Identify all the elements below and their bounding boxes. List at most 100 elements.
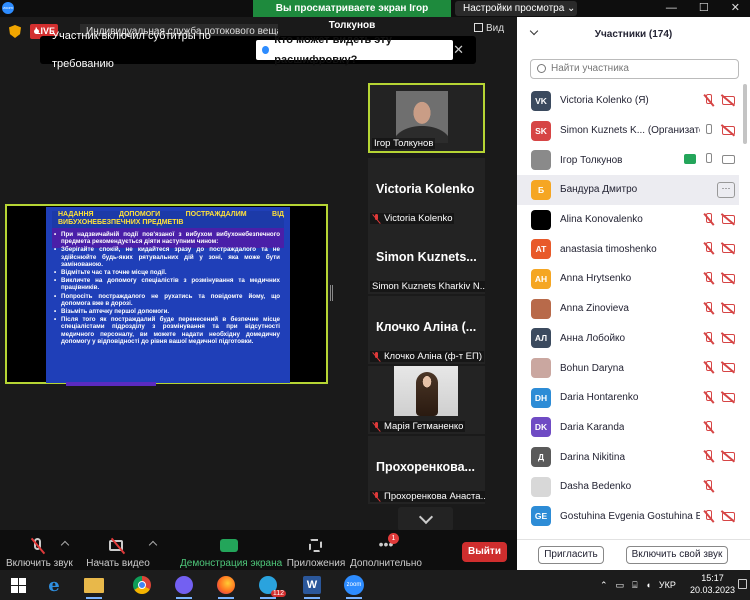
viber-icon[interactable] <box>170 573 198 599</box>
share-screen-button[interactable]: Демонстрация экрана <box>180 530 282 570</box>
notifications-icon[interactable] <box>738 579 747 589</box>
participant-role: (Я) <box>634 95 649 107</box>
mic-icon[interactable] <box>703 123 714 137</box>
monitor-icon[interactable]: ▭ <box>616 580 625 591</box>
video-tile-victoria[interactable]: Victoria Kolenko Victoria Kolenko <box>368 158 485 226</box>
apps-button[interactable]: Приложения <box>286 530 346 570</box>
participant-row[interactable]: DK Daria Karanda <box>517 413 739 443</box>
mic-off-icon[interactable] <box>703 361 714 374</box>
participant-row[interactable]: GE Gostuhina Evgenia Gostuhina Ev... <box>517 502 739 532</box>
chevron-up-icon[interactable]: ⌃ <box>600 580 608 591</box>
mic-off-icon[interactable] <box>703 450 714 463</box>
mic-off-icon[interactable] <box>703 94 714 107</box>
chevron-up-icon[interactable] <box>148 540 158 550</box>
transcript-visibility-link[interactable]: Кто может видеть эту расшифровку? <box>256 34 454 66</box>
security-shield-icon[interactable] <box>9 25 21 38</box>
firefox-icon[interactable] <box>212 573 240 599</box>
leave-button[interactable]: Выйти <box>462 542 507 562</box>
slide-bullet: Викличте на допомогу спеціалістів з розм… <box>54 277 280 291</box>
camera-off-icon[interactable] <box>722 392 735 402</box>
participant-row[interactable]: Alina Konovalenko <box>517 205 739 235</box>
participant-row[interactable]: DH Daria Hontarenko <box>517 383 739 413</box>
mic-off-icon[interactable] <box>703 390 714 404</box>
avatar: Д <box>531 447 551 468</box>
close-icon[interactable]: ✕ <box>453 36 464 64</box>
more-button[interactable]: ••• Дополнительно <box>350 530 422 570</box>
word-icon[interactable]: W <box>298 573 326 599</box>
people-icon <box>262 46 270 54</box>
mic-off-icon[interactable] <box>703 331 714 345</box>
mic-off-icon[interactable] <box>703 420 714 434</box>
unmute-button[interactable]: Включить звук <box>6 530 73 570</box>
close-window-icon[interactable]: ✕ <box>731 0 740 17</box>
participant-row[interactable]: Д Darina Nikitina <box>517 442 739 472</box>
start-video-button[interactable]: Начать видео <box>86 530 150 570</box>
camera-off-icon[interactable] <box>722 303 735 313</box>
camera-off-icon[interactable] <box>722 363 735 373</box>
mic-off-icon[interactable] <box>703 242 714 255</box>
invite-button[interactable]: Пригласить <box>538 546 604 564</box>
camera-off-icon[interactable] <box>722 511 735 521</box>
camera-off-icon[interactable] <box>722 333 735 343</box>
avatar: AH <box>531 268 551 289</box>
camera-off-icon[interactable] <box>722 452 735 462</box>
more-options-button[interactable]: ··· <box>717 182 735 199</box>
tile-label-text: Марія Гетманенко <box>384 421 464 432</box>
panel-title: Участники (174) <box>594 28 673 40</box>
chevron-down-icon[interactable] <box>398 507 453 531</box>
volume-icon[interactable]: ◖ <box>645 580 650 590</box>
language-indicator[interactable]: УКР <box>659 580 676 590</box>
video-tile-maria[interactable]: Марія Гетманенко <box>368 366 485 434</box>
tile-label-text: Клочко Аліна (ф-т ЕП) <box>384 351 483 362</box>
zoom-app-icon[interactable]: zoom <box>340 573 368 599</box>
participant-row[interactable]: Ігор Толкунов <box>517 145 739 175</box>
scrollbar[interactable] <box>743 84 747 144</box>
camera-off-icon[interactable] <box>722 244 735 254</box>
ie-browser-icon[interactable]: e <box>40 573 68 597</box>
camera-off-icon[interactable] <box>722 96 735 105</box>
mic-off-icon[interactable] <box>703 212 714 226</box>
mic-icon[interactable] <box>703 153 714 166</box>
unmute-self-button[interactable]: Включить свой звук <box>626 546 728 564</box>
camera-icon[interactable] <box>722 155 735 165</box>
tile-label: Марія Гетманенко <box>370 421 466 432</box>
network-icon[interactable]: ⌸ <box>632 580 637 591</box>
file-explorer-icon[interactable] <box>80 573 108 599</box>
video-tile-igor[interactable]: Ігор Толкунов <box>368 83 485 153</box>
camera-off-icon[interactable] <box>722 274 735 284</box>
view-button[interactable]: Вид <box>474 23 504 34</box>
mic-off-icon[interactable] <box>703 301 714 315</box>
zoom-logo-icon: zoom <box>2 2 14 14</box>
participant-row[interactable]: Bohun Daryna <box>517 353 739 383</box>
participant-row[interactable]: Anna Zinovieva <box>517 294 739 324</box>
camera-off-icon[interactable] <box>722 214 735 224</box>
participant-row[interactable]: SK Simon Kuznets K... (Организатор) <box>517 116 739 146</box>
participant-row[interactable]: AH Anna Hrytsenko <box>517 264 739 294</box>
mic-off-icon[interactable] <box>703 272 714 285</box>
mic-off-icon[interactable] <box>703 509 714 523</box>
participant-row[interactable]: АЛ Анна Лобойко <box>517 324 739 354</box>
title-bar: zoom Вы просматриваете экран Ігор Толкун… <box>0 0 750 31</box>
participant-row[interactable]: Dasha Bedenko <box>517 472 739 502</box>
maximize-icon[interactable]: ☐ <box>699 0 709 17</box>
video-tile-simon[interactable]: Simon Kuznets... Simon Kuznets Kharkiv N… <box>368 226 485 294</box>
view-options-button[interactable]: Настройки просмотра ⌄ <box>455 1 577 16</box>
slide-bullet: При надзвичайній події пов'язаної з вибу… <box>54 231 280 245</box>
telegram-icon[interactable]: 112 <box>254 573 286 599</box>
camera-off-icon[interactable] <box>722 125 735 135</box>
mic-off-icon <box>372 351 381 362</box>
participant-row[interactable]: AT anastasia timoshenko <box>517 234 739 264</box>
camera-off-icon <box>107 537 129 555</box>
participant-search-input[interactable]: Найти участника <box>530 59 739 79</box>
chrome-icon[interactable] <box>128 573 156 597</box>
video-tile-klochko[interactable]: Клочко Аліна (... Клочко Аліна (ф-т ЕП) <box>368 296 485 364</box>
resize-handle[interactable] <box>330 285 333 301</box>
participant-row[interactable]: VK Victoria Kolenko (Я) <box>517 86 739 116</box>
clock[interactable]: 15:17 20.03.2023 <box>690 572 735 596</box>
mic-off-icon[interactable] <box>703 479 714 493</box>
minimize-icon[interactable]: — <box>666 0 677 17</box>
windows-start-icon[interactable] <box>4 573 32 597</box>
video-tile-prokhorenkova[interactable]: Прохоренкова... Прохоренкова Анаста... <box>368 436 485 504</box>
meeting-toolbar: Включить звук Начать видео Демонстрация … <box>0 530 517 570</box>
participant-row[interactable]: Б Бандура Дмитро ··· <box>517 175 739 205</box>
